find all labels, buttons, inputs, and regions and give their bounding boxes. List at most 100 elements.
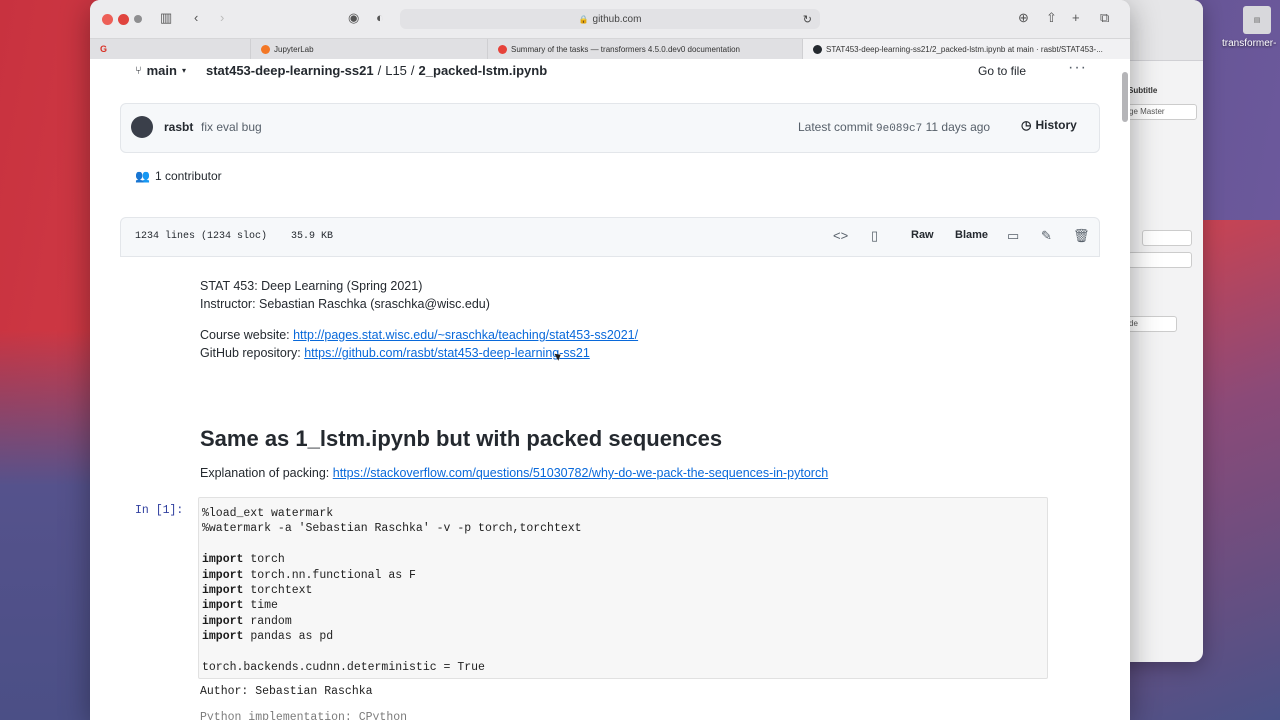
edit-icon[interactable]: ✎: [1041, 228, 1052, 244]
breadcrumb-separator: /: [410, 63, 415, 78]
notebook-markdown: STAT 453: Deep Learning (Spring 2021) In…: [200, 277, 1100, 482]
code-cell[interactable]: %load_ext watermark %watermark -a 'Sebas…: [198, 497, 1048, 679]
branch-selector[interactable]: ⑂ main ▾: [135, 63, 186, 78]
reload-icon[interactable]: ↻: [803, 13, 812, 26]
code-line: %watermark -a 'Sebastian Raschka' -v -p …: [202, 522, 582, 536]
website-line: Course website: http://pages.stat.wisc.e…: [200, 326, 1100, 344]
code-keyword: import: [202, 568, 244, 582]
back-icon[interactable]: ‹: [194, 10, 198, 25]
code-line: import random: [202, 614, 292, 628]
file-header: 1234 lines (1234 sloc) 35.9 KB <> ▯ Raw …: [120, 217, 1100, 257]
background-app-field-2-text: de: [1129, 319, 1138, 328]
history-label: History: [1035, 118, 1077, 132]
minimize-window-button[interactable]: [118, 14, 129, 25]
breadcrumb-separator: /: [377, 63, 382, 78]
zoom-window-button[interactable]: [134, 15, 142, 23]
code-line: import torch: [202, 553, 285, 567]
background-app-item[interactable]: Subtitle: [1128, 86, 1157, 95]
desktop-icon[interactable]: ▭: [1007, 228, 1019, 244]
file-view-icon[interactable]: ▯: [871, 228, 878, 244]
avatar[interactable]: [131, 116, 153, 138]
tab-label: JupyterLab: [274, 44, 314, 54]
go-to-file-button[interactable]: Go to file: [978, 64, 1026, 78]
folder-link[interactable]: L15: [385, 63, 407, 78]
code-line: import pandas as pd: [202, 630, 334, 644]
history-button[interactable]: ◷ History: [1021, 118, 1077, 132]
repo-url-link[interactable]: https://github.com/rasbt/stat453-deep-le…: [304, 346, 590, 360]
commit-sha[interactable]: 9e089c7: [876, 123, 922, 135]
code-keyword: import: [202, 599, 244, 613]
code-keyword: import: [202, 630, 244, 644]
course-title: STAT 453: Deep Learning (Spring 2021): [200, 279, 423, 293]
repo-link[interactable]: stat453-deep-learning-ss21: [206, 63, 374, 78]
tab-jupyterlab[interactable]: JupyterLab: [250, 39, 487, 59]
background-app-field-2[interactable]: de: [1125, 316, 1177, 332]
line-count: 1234 lines (1234 sloc): [135, 231, 268, 242]
page-content: ⑂ main ▾ stat453-deep-learning-ss21 / L1…: [90, 59, 1130, 720]
lock-icon: 🔒: [578, 14, 589, 24]
code-line: torch.backends.cudnn.deterministic = Tru…: [202, 661, 485, 675]
sidebar-icon[interactable]: ▥: [160, 10, 172, 26]
tab-google[interactable]: G: [90, 39, 250, 59]
notebook-heading: Same as 1_lstm.ipynb but with packed seq…: [200, 426, 723, 451]
code-keyword: import: [202, 614, 244, 628]
download-icon[interactable]: ⊕: [1018, 10, 1029, 26]
more-options-button[interactable]: ···: [1068, 59, 1087, 77]
tab-label: Summary of the tasks — transformers 4.5.…: [511, 44, 740, 54]
contributors-label: 1 contributor: [154, 169, 222, 183]
scrollbar[interactable]: [1122, 72, 1128, 122]
explanation-link[interactable]: https://stackoverflow.com/questions/5103…: [333, 466, 828, 480]
tab-transformers-docs[interactable]: Summary of the tasks — transformers 4.5.…: [487, 39, 802, 59]
website-link[interactable]: http://pages.stat.wisc.edu/~sraschka/tea…: [293, 328, 638, 342]
code-line: import torch.nn.functional as F: [202, 568, 416, 582]
background-app-field[interactable]: ge Master: [1125, 104, 1197, 120]
browser-toolbar: ▥ ‹ › ◉ ◐ 🔒 github.com ↻ ⊕ ⇧ + ⧉: [90, 0, 1130, 39]
commit-message[interactable]: fix eval bug: [201, 120, 262, 134]
commit-author[interactable]: rasbt: [164, 120, 193, 134]
latest-commit-info: Latest commit 9e089c7 11 days ago: [798, 120, 990, 135]
raw-button[interactable]: Raw: [911, 229, 934, 241]
people-icon: 👥: [135, 169, 150, 183]
cell-output-2: Python implementation: CPython: [200, 711, 408, 720]
tab-overview-icon[interactable]: ⧉: [1100, 10, 1109, 26]
extension-icon[interactable]: ◉: [348, 10, 359, 26]
code-view-icon[interactable]: <>: [833, 228, 848, 243]
code-block: %load_ext watermark %watermark -a 'Sebas…: [199, 498, 1047, 683]
desktop-file-label[interactable]: transformer-: [1222, 38, 1276, 49]
cell-prompt: In [1]:: [135, 504, 184, 517]
tab-label: STAT453-deep-learning-ss21/2_packed-lstm…: [826, 44, 1103, 54]
branch-icon: ⑂: [135, 64, 142, 77]
desktop-file-icon[interactable]: ▤: [1243, 6, 1271, 34]
explanation-label: Explanation of packing:: [200, 466, 330, 480]
breadcrumb: ⑂ main ▾ stat453-deep-learning-ss21 / L1…: [135, 63, 547, 78]
background-app-select[interactable]: [1128, 252, 1192, 268]
share-icon[interactable]: ⇧: [1046, 10, 1057, 26]
address-bar[interactable]: 🔒 github.com ↻: [400, 9, 820, 29]
repo-line: GitHub repository: https://github.com/ra…: [200, 344, 1100, 362]
background-app-input[interactable]: [1142, 230, 1192, 246]
background-app-field-text: ge Master: [1129, 107, 1165, 116]
tab-github-notebook[interactable]: STAT453-deep-learning-ss21/2_packed-lstm…: [802, 39, 1130, 59]
close-window-button[interactable]: [102, 14, 113, 25]
blame-button[interactable]: Blame: [955, 229, 988, 241]
huggingface-icon: [498, 44, 507, 54]
github-icon: [813, 44, 822, 54]
delete-icon[interactable]: 🗑: [1073, 228, 1090, 244]
code-line: %load_ext watermark: [202, 507, 334, 520]
new-tab-icon[interactable]: +: [1072, 10, 1080, 25]
file-info: 1234 lines (1234 sloc) 35.9 KB: [135, 231, 333, 242]
instructor-line: Instructor: Sebastian Raschka (sraschka@…: [200, 297, 490, 311]
forward-icon[interactable]: ›: [220, 10, 224, 25]
jupyter-icon: [261, 44, 270, 54]
browser-window: ▥ ‹ › ◉ ◐ 🔒 github.com ↻ ⊕ ⇧ + ⧉ G Jupyt…: [90, 0, 1130, 720]
code-line: import torchtext: [202, 584, 313, 598]
commit-time: 11 days ago: [925, 120, 991, 134]
history-icon: ◷: [1021, 118, 1032, 132]
shield-icon[interactable]: ◐: [376, 10, 384, 25]
file-size: 35.9 KB: [291, 231, 334, 242]
chevron-down-icon: ▾: [181, 66, 186, 75]
code-keyword: import: [202, 584, 244, 598]
file-name: 2_packed-lstm.ipynb: [418, 63, 548, 78]
latest-commit-box: rasbt fix eval bug Latest commit 9e089c7…: [120, 103, 1100, 153]
contributors-link[interactable]: 👥 1 contributor: [135, 169, 222, 183]
